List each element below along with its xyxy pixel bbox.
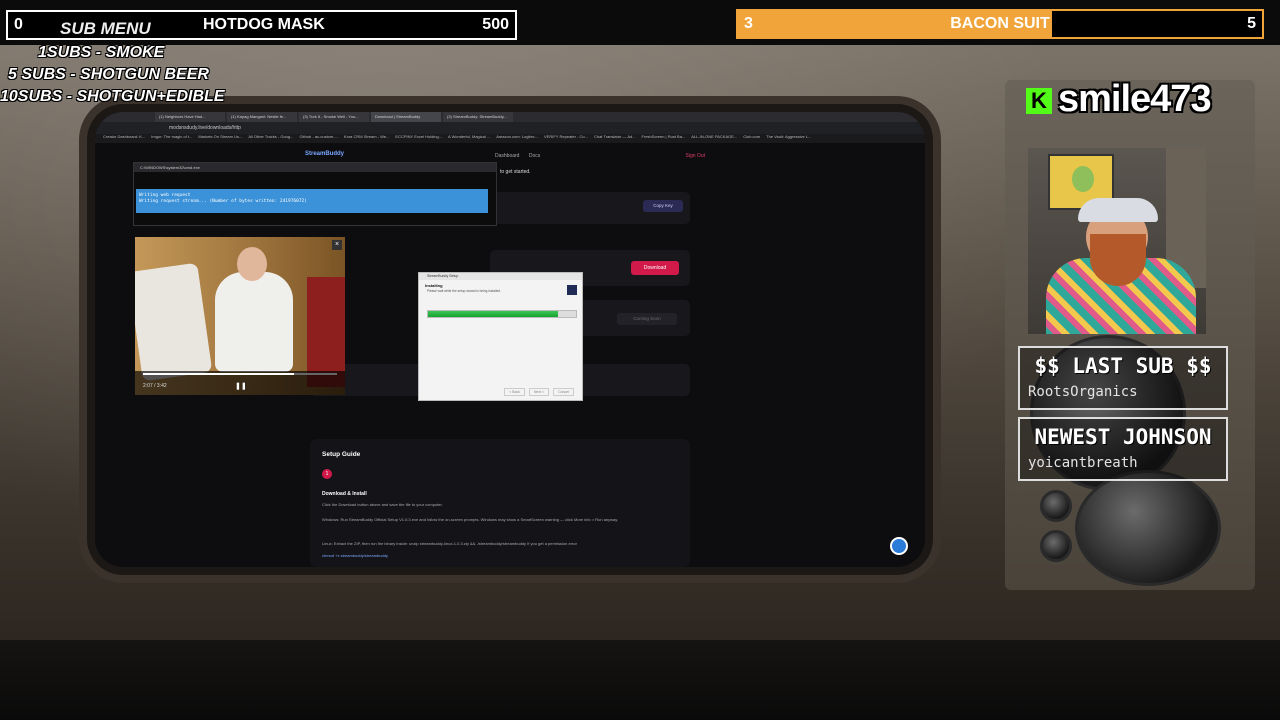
sub-menu-item: 10SUBS - SHOTGUN+EDIBLE <box>0 88 225 105</box>
bookmark[interactable]: A Wonderful, Magical ... <box>448 134 490 143</box>
kick-logo-icon: K <box>1026 88 1052 114</box>
step-title: Download & Install <box>322 491 367 497</box>
cancel-button[interactable]: Cancel <box>553 388 574 396</box>
sub-menu-item: 1SUBS - SMOKE <box>38 44 165 61</box>
tv-dial-knob <box>1075 470 1221 586</box>
goal-current: 0 <box>14 16 23 33</box>
cmd-title[interactable]: C:\WINDOWS\system32\cmd.exe <box>134 163 496 172</box>
step-number-badge: 1 <box>322 469 332 479</box>
installer-progress-bar <box>427 310 577 318</box>
sub-menu-item: 5 SUBS - SHOTGUN BEER <box>8 66 209 83</box>
copy-key-button[interactable]: Copy Key <box>643 200 683 212</box>
last-sub-title: $$ LAST SUB $$ <box>1034 354 1212 378</box>
step-text: Linux: Extract the ZIP, then run the bin… <box>322 541 577 546</box>
download-button[interactable]: Download <box>631 261 679 275</box>
url-text[interactable]: modsnsdudy.live/downloads/http <box>169 125 241 131</box>
bookmarks-bar: Creator Dashboard: K... Imgur: The magic… <box>95 134 925 143</box>
newest-box: NEWEST JOHNSON yoicantbreath <box>1018 417 1228 481</box>
bookmark[interactable]: Github - ac-custom-... <box>299 134 337 143</box>
channel-name: smile473 <box>1058 78 1212 120</box>
get-started-text: to get started. <box>500 169 531 175</box>
tv-small-knob <box>1040 490 1072 522</box>
goal-target: 500 <box>482 16 509 33</box>
goal-bar-bacon-suit: 3 BACON SUIT 5 <box>736 9 1264 39</box>
sub-menu-list: 1SUBS - SMOKE 5 SUBS - SHOTGUN BEER 10SU… <box>0 42 225 108</box>
cmd-output: Writing web request Writing request stre… <box>136 189 488 213</box>
bookmark[interactable]: Kora CRM Stream - We... <box>344 134 390 143</box>
installer-logo-icon <box>567 285 577 295</box>
sign-out-link[interactable]: Sign Out <box>686 153 705 159</box>
site-logo[interactable]: StreamBuddy <box>305 151 344 157</box>
video-time: 2:07 / 3:42 <box>143 383 167 389</box>
bookmark[interactable]: Chat Translator — Ad... <box>594 134 636 143</box>
last-sub-name: RootsOrganics <box>1028 384 1138 400</box>
tv-shelf <box>0 640 1280 720</box>
bookmark[interactable]: Amazon.com: Logitec... <box>496 134 538 143</box>
bookmark[interactable]: ECCPINY Excel Holding... <box>395 134 442 143</box>
webcam-frame <box>1072 166 1094 192</box>
bookmark[interactable]: FreshScreen | Rust Ba... <box>642 134 686 143</box>
installer-subtext: Please wait while the setup wizard is be… <box>427 289 501 293</box>
goal-title: BACON SUIT <box>950 15 1050 32</box>
installer-progress-fill <box>428 311 559 317</box>
tv-small-knob <box>1040 530 1072 562</box>
sub-menu-label: SUB MENU <box>60 19 151 38</box>
cmd-line: Writing request stream... (Number of byt… <box>139 199 307 204</box>
browser-tab[interactable]: (3) StreamBuddy: StreamBuddy... <box>443 112 513 122</box>
goal-title: HOTDOG MASK <box>203 16 325 33</box>
bookmark[interactable]: The Vault: Aggressive L... <box>766 134 811 143</box>
bookmark[interactable]: ALL-IN-ONE PACKAGE... <box>691 134 737 143</box>
nav-dashboard[interactable]: Dashboard <box>495 153 519 159</box>
cmd-window[interactable]: C:\WINDOWS\system32\cmd.exe Writing web … <box>133 162 497 226</box>
coming-soon-button: Coming Soon <box>617 313 677 325</box>
installer-title[interactable]: StreamBuddy Setup <box>419 273 582 280</box>
back-button[interactable]: < Back <box>504 388 525 396</box>
newest-name: yoicantbreath <box>1028 455 1138 471</box>
bookmark[interactable]: All Other Tracks - Goog... <box>248 134 293 143</box>
setup-guide-card: Setup Guide 1 Download & Install Click t… <box>310 439 690 567</box>
step-text: Click the Download button above and save… <box>322 502 443 507</box>
chat-bubble-icon[interactable] <box>890 537 908 555</box>
browser-tab[interactable]: (1) Kapag Mangani: Nestle fe... <box>227 112 297 122</box>
step-code: chmod +x streambuddy/streambuddy <box>322 553 388 558</box>
bookmark[interactable]: Creator Dashboard: K... <box>103 134 145 143</box>
pause-icon[interactable]: ❚❚ <box>235 382 247 390</box>
installer-buttons: < Back Next > Cancel <box>501 388 574 396</box>
site-header: StreamBuddy Dashboard Docs Sign Out <box>305 148 705 162</box>
site-nav: Dashboard Docs <box>495 153 548 159</box>
last-sub-box: $$ LAST SUB $$ RootsOrganics <box>1018 346 1228 410</box>
bookmark[interactable]: Markets On Stream Us... <box>198 134 242 143</box>
webcam-feed <box>1028 148 1206 334</box>
installer-heading: Installing <box>425 283 443 288</box>
video-progress-fill <box>143 373 295 375</box>
next-button[interactable]: Next > <box>528 388 550 396</box>
tv-screen: (1) Neighbors Have Had... (1) Kapag Mang… <box>95 112 925 567</box>
installer-window[interactable]: StreamBuddy Setup Installing Please wait… <box>418 272 583 401</box>
bookmark[interactable]: Club.com <box>743 134 760 143</box>
newest-title: NEWEST JOHNSON <box>1034 425 1212 449</box>
nav-docs[interactable]: Docs <box>529 153 540 159</box>
video-frame <box>237 247 267 281</box>
video-progress-bar[interactable] <box>143 373 337 375</box>
video-frame <box>215 272 293 372</box>
browser-tab[interactable]: (3) Turk It - Smoke Well - You... <box>299 112 369 122</box>
bookmark[interactable]: VERIFY Repeater - Co... <box>544 134 588 143</box>
browser-url-bar[interactable]: modsnsdudy.live/downloads/http <box>95 122 925 134</box>
video-popup[interactable]: × 2:07 / 3:42 ❚❚ <box>135 237 345 395</box>
close-icon[interactable]: × <box>332 240 342 250</box>
goal-target: 5 <box>1247 15 1256 32</box>
browser-tab[interactable]: (1) Neighbors Have Had... <box>155 112 225 122</box>
bookmark[interactable]: Imgur: The magic of t... <box>151 134 192 143</box>
browser-tabstrip: (1) Neighbors Have Had... (1) Kapag Mang… <box>95 112 925 122</box>
webcam-frame <box>1078 198 1158 222</box>
channel-badge: K smile473 <box>1022 78 1232 124</box>
step-text: Windows: Run StreamBuddy Official Setup … <box>322 517 619 522</box>
browser-tab-active[interactable]: Download | StreamBuddy <box>371 112 441 122</box>
setup-guide-title: Setup Guide <box>322 451 361 458</box>
